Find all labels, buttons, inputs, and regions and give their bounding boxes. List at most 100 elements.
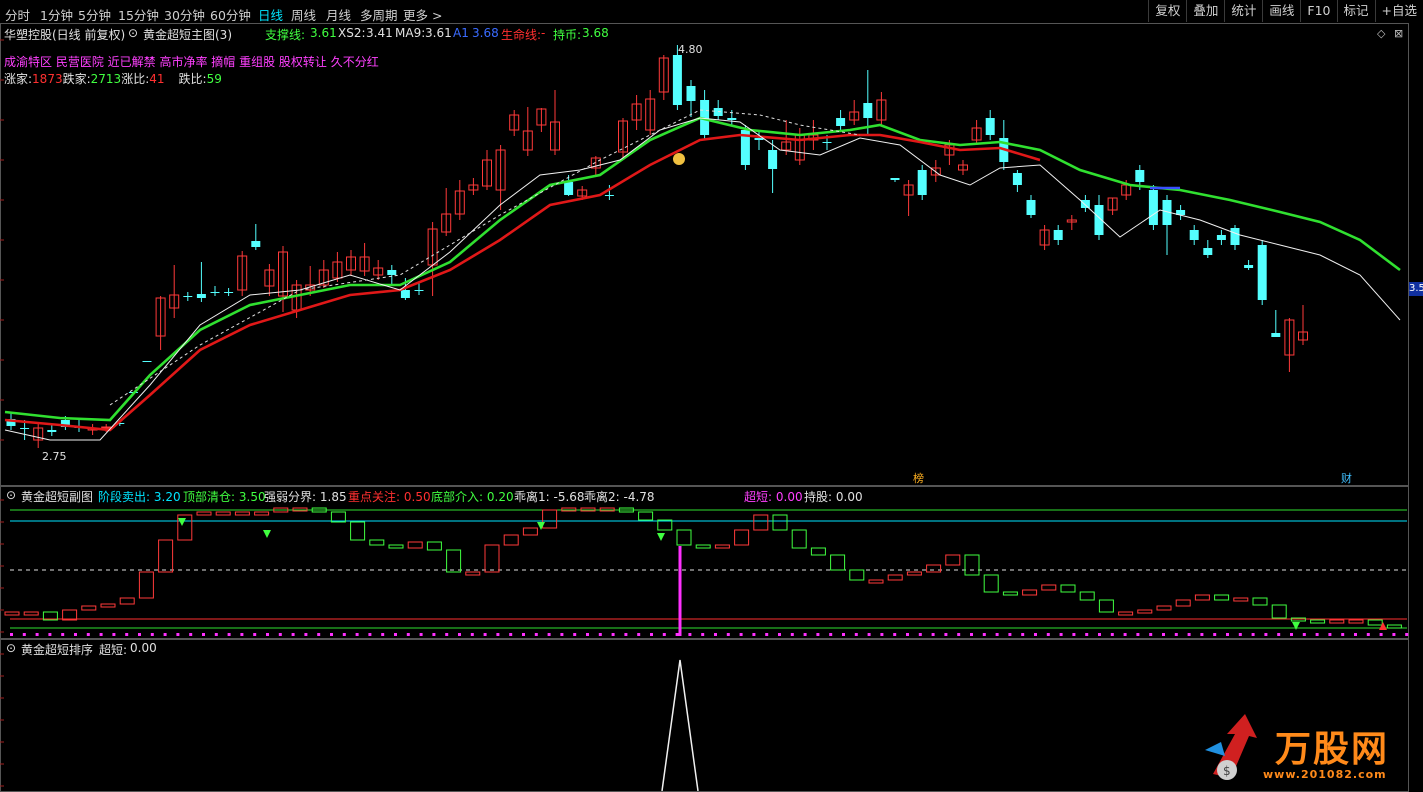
candle-body bbox=[822, 142, 832, 143]
sub-bar bbox=[1060, 584, 1076, 593]
signal-dot bbox=[1302, 633, 1306, 636]
sub-bar bbox=[983, 574, 999, 593]
signal-dot bbox=[1187, 633, 1191, 636]
signal-dot bbox=[1392, 633, 1396, 636]
bottom-indicator-switch-icon[interactable]: ⊙ bbox=[6, 641, 16, 655]
sub-bar bbox=[1156, 605, 1172, 611]
signal-dot bbox=[74, 633, 77, 636]
signal-dot bbox=[381, 633, 385, 636]
legend-life-value: - bbox=[541, 26, 546, 40]
up-ratio-label: 涨比: bbox=[121, 72, 150, 86]
signal-dot bbox=[1366, 633, 1370, 636]
signal-dot bbox=[61, 633, 65, 636]
signal-dot bbox=[125, 633, 129, 636]
signal-dot bbox=[266, 633, 269, 636]
candle-body bbox=[768, 150, 778, 169]
watermark-url: www.201082.com bbox=[1263, 768, 1387, 781]
signal-dot bbox=[598, 633, 602, 636]
signal-dot bbox=[509, 633, 513, 636]
signal-dot bbox=[496, 633, 500, 636]
candle-body bbox=[564, 182, 574, 195]
signal-dot bbox=[1021, 633, 1025, 636]
signal-dot bbox=[970, 633, 973, 636]
legend-hold-cash-label: 持币: bbox=[553, 28, 582, 42]
sub-indicator-name[interactable]: 黄金超短副图 bbox=[21, 488, 93, 505]
stock-title: 华塑控股(日线 前复权) bbox=[4, 28, 126, 42]
finance-marker[interactable]: 财 bbox=[1341, 470, 1352, 486]
sub-bar bbox=[753, 514, 769, 531]
signal-dot bbox=[1149, 633, 1153, 636]
candle-body bbox=[183, 296, 193, 297]
diamond-icon[interactable]: ◇ bbox=[1377, 27, 1385, 40]
sell-arrow-icon bbox=[1292, 622, 1300, 630]
sub-bar bbox=[23, 611, 39, 616]
watermark-brand: 万股网 bbox=[1275, 729, 1390, 770]
sell-arrow-icon bbox=[657, 533, 665, 541]
indicator-switch-icon[interactable]: ⊙ bbox=[128, 26, 138, 40]
legend-xs2-value: 3.41 bbox=[366, 26, 393, 40]
sub-bar bbox=[1329, 619, 1345, 624]
sell-arrow-icon bbox=[178, 518, 186, 526]
candle-body bbox=[1230, 228, 1240, 245]
sub-bar bbox=[1041, 584, 1057, 591]
signal-dot bbox=[304, 633, 308, 636]
candle-body bbox=[1053, 230, 1063, 240]
signal-dot bbox=[1008, 633, 1012, 636]
signal-dot bbox=[650, 633, 653, 636]
signal-dot bbox=[790, 633, 794, 636]
sub-bar bbox=[234, 511, 250, 516]
down-count-label: 跌家: bbox=[62, 72, 91, 86]
down-ratio-label: 跌比: bbox=[178, 72, 207, 86]
bottom-indicator-name[interactable]: 黄金超短排序 bbox=[21, 641, 93, 658]
sub-bar bbox=[887, 574, 903, 581]
bottom-legend-label: 超短: bbox=[99, 643, 128, 657]
signal-dot bbox=[1162, 633, 1165, 636]
down-ratio-value: 59 bbox=[206, 72, 222, 86]
signal-dot bbox=[1174, 633, 1178, 636]
up-ratio-value: 41 bbox=[149, 72, 165, 86]
sub-bar bbox=[426, 541, 442, 551]
signal-dot bbox=[214, 633, 218, 636]
kline-chart[interactable] bbox=[0, 0, 1423, 791]
sub-bar bbox=[676, 529, 692, 546]
rank-marker[interactable]: 榜 bbox=[913, 470, 924, 486]
candle-body bbox=[727, 118, 737, 120]
money-bag-icon bbox=[673, 153, 685, 165]
sub-bar bbox=[926, 564, 942, 573]
signal-dot bbox=[829, 633, 833, 636]
candle-body bbox=[142, 361, 152, 362]
signal-dot bbox=[1226, 633, 1229, 636]
sub-bar bbox=[196, 511, 212, 516]
signal-dot bbox=[624, 633, 628, 636]
candle-body bbox=[917, 170, 927, 195]
legend-hold-cash-value: 3.68 bbox=[582, 26, 609, 40]
signal-dot bbox=[458, 633, 461, 636]
sub-indicator-switch-icon[interactable]: ⊙ bbox=[6, 488, 16, 502]
up-count-value: 1873 bbox=[32, 72, 63, 86]
sub-bar bbox=[1348, 619, 1364, 624]
signal-dot bbox=[240, 633, 244, 636]
sub-bar bbox=[1233, 597, 1249, 602]
sub-bar bbox=[388, 544, 404, 549]
sub-bar bbox=[945, 554, 961, 566]
signal-dot bbox=[675, 633, 679, 636]
main-indicator-name[interactable]: 黄金超短主图(3) bbox=[143, 26, 232, 43]
signal-dot bbox=[803, 633, 807, 636]
sub-bar bbox=[906, 571, 922, 576]
signal-dot bbox=[1098, 633, 1101, 636]
sub-bar bbox=[1271, 604, 1287, 619]
candle-body bbox=[20, 428, 30, 429]
signal-dot bbox=[918, 633, 922, 636]
candle-body bbox=[890, 178, 900, 180]
signal-dot bbox=[1328, 633, 1332, 636]
close-icon[interactable]: ⊠ bbox=[1394, 27, 1403, 40]
signal-dot bbox=[10, 633, 13, 636]
signal-dot bbox=[355, 633, 359, 636]
candle-body bbox=[686, 86, 696, 101]
signal-dot bbox=[368, 633, 372, 636]
sub-bar bbox=[1214, 594, 1230, 601]
signal-dot bbox=[1264, 633, 1268, 636]
signal-dot bbox=[163, 633, 167, 636]
candle-body bbox=[672, 55, 682, 105]
candle-body bbox=[1189, 230, 1199, 240]
